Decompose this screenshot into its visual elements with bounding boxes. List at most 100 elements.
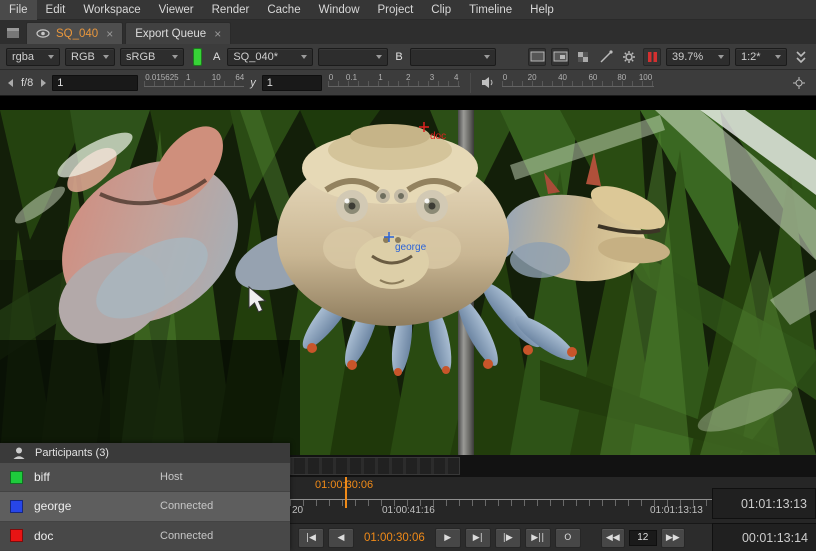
tab-viewer-sq040[interactable]: SQ_040 × — [26, 22, 123, 44]
zoom-select[interactable]: 39.7% — [666, 48, 730, 66]
fstop-label[interactable]: f/8 — [19, 77, 35, 89]
panel-layout-icon[interactable] — [3, 23, 23, 43]
fstop-increase-icon[interactable] — [41, 79, 46, 87]
settings-gear-icon[interactable] — [620, 48, 638, 66]
gain-tick: 0.015625 — [145, 73, 178, 82]
menu-item-project[interactable]: Project — [369, 0, 423, 20]
participant-name: doc — [34, 529, 53, 543]
gamma-slider[interactable]: 0 0.1 1 2 3 4 — [328, 75, 460, 91]
gamma-tick: 4 — [454, 73, 458, 82]
volume-icon[interactable] — [481, 76, 496, 89]
shuttle-forward-button[interactable]: ▶▶ — [661, 528, 685, 548]
crosshair-icon[interactable] — [790, 74, 808, 92]
gamma-tick: 1 — [378, 73, 382, 82]
gamma-tick: 2 — [406, 73, 410, 82]
timeline-clip[interactable] — [290, 457, 460, 475]
menu-item-cache[interactable]: Cache — [258, 0, 309, 20]
display2-icon[interactable] — [551, 48, 569, 66]
participant-row-biff[interactable]: biff Host — [0, 463, 290, 492]
fstop-decrease-icon[interactable] — [8, 79, 13, 87]
participants-title: Participants (3) — [35, 447, 109, 459]
display1-icon[interactable] — [528, 48, 546, 66]
proxy-value: 1:2* — [741, 51, 761, 63]
volume-slider[interactable]: 0 20 40 60 80 100 — [502, 75, 654, 91]
pause-render-icon[interactable] — [643, 48, 661, 66]
participants-header[interactable]: Participants (3) — [0, 443, 290, 463]
chevron-down-icon — [775, 55, 781, 59]
close-icon[interactable]: × — [214, 29, 221, 39]
sync-indicator[interactable] — [193, 48, 202, 66]
menu-item-viewer[interactable]: Viewer — [150, 0, 203, 20]
gamma-label: y — [250, 77, 256, 89]
chevron-down-icon — [172, 55, 178, 59]
ruler-label: 01:01:13:13 — [650, 505, 703, 516]
participant-name: george — [34, 499, 71, 513]
viewer-toolbar-right: 39.7% 1:2* — [528, 48, 810, 66]
input-b-label: B — [393, 51, 404, 63]
volume-tick: 40 — [558, 73, 567, 82]
checkerboard-icon[interactable] — [574, 48, 592, 66]
participant-status: Connected — [160, 530, 213, 542]
input-b-select[interactable] — [410, 48, 496, 66]
gain-slider[interactable]: 0.015625 1 10 64 — [144, 75, 244, 91]
wipe-icon[interactable] — [597, 48, 615, 66]
color-swatch — [10, 471, 23, 484]
george-marker-label: george — [395, 242, 427, 253]
timeline-ruler-ticks — [290, 500, 712, 506]
collapse-chevrons-icon[interactable] — [792, 48, 810, 66]
goto-start-button[interactable]: |◀ — [298, 528, 324, 548]
color-swatch — [10, 529, 23, 542]
playhead-timecode: 01:00:30:06 — [315, 479, 373, 491]
goto-end-button[interactable]: ▶|| — [525, 528, 551, 548]
tab-bar: SQ_040 × Export Queue × — [0, 20, 816, 44]
person-icon — [12, 446, 26, 460]
input-a-select[interactable]: SQ_040* — [227, 48, 313, 66]
volume-tick: 100 — [639, 73, 652, 82]
menu-item-timeline[interactable]: Timeline — [460, 0, 521, 20]
menu-bar: File Edit Workspace Viewer Render Cache … — [0, 0, 816, 20]
chevron-down-icon — [484, 55, 490, 59]
channel-value: rgba — [12, 51, 34, 63]
participant-row-george[interactable]: george Connected — [0, 492, 290, 521]
gamma-input[interactable] — [262, 75, 322, 91]
display-select[interactable]: RGB — [65, 48, 115, 66]
gain-tick: 10 — [212, 73, 221, 82]
colorspace-select[interactable]: sRGB — [120, 48, 184, 66]
participant-status: Host — [160, 471, 183, 483]
viewer-image[interactable]: doc george — [0, 110, 816, 455]
volume-tick: 80 — [617, 73, 626, 82]
play-button[interactable]: ▶ — [435, 528, 461, 548]
menu-item-edit[interactable]: Edit — [37, 0, 75, 20]
viewer-toolbar: rgba RGB sRGB A SQ_040* B 39.7% 1:2* — [0, 44, 816, 70]
current-timecode: 01:00:30:06 — [364, 532, 425, 544]
input-a-value: SQ_040* — [233, 51, 278, 63]
proxy-select[interactable]: 1:2* — [735, 48, 787, 66]
color-swatch — [10, 500, 23, 513]
menu-item-window[interactable]: Window — [310, 0, 369, 20]
menu-item-render[interactable]: Render — [203, 0, 259, 20]
input-a-layer-select[interactable] — [318, 48, 388, 66]
chevron-down-icon — [103, 55, 109, 59]
tab-export-queue[interactable]: Export Queue × — [125, 22, 231, 44]
loop-button[interactable]: O — [555, 528, 581, 548]
colorspace-value: sRGB — [126, 51, 155, 63]
timeline-panel: 01:00:30:06 20 01:00:41:16 01:01:13:13 0… — [290, 455, 816, 551]
chevron-down-icon — [718, 55, 724, 59]
close-icon[interactable]: × — [106, 29, 113, 39]
gain-input[interactable] — [52, 75, 138, 91]
menu-item-workspace[interactable]: Workspace — [74, 0, 149, 20]
display-value: RGB — [71, 51, 95, 63]
menu-item-file[interactable]: File — [0, 0, 37, 20]
participant-row-doc[interactable]: doc Connected — [0, 522, 290, 551]
channel-select[interactable]: rgba — [6, 48, 60, 66]
volume-tick: 0 — [503, 73, 507, 82]
shuttle-back-button[interactable]: ◀◀ — [601, 528, 625, 548]
viewer-canvas[interactable]: doc george — [0, 96, 816, 455]
prev-frame-button[interactable]: ◀ — [328, 528, 354, 548]
menu-item-help[interactable]: Help — [521, 0, 563, 20]
play-to-next-button[interactable]: ▶| — [465, 528, 491, 548]
fps-field[interactable]: 12 — [629, 530, 657, 546]
menu-item-clip[interactable]: Clip — [422, 0, 460, 20]
timeline-track[interactable] — [290, 455, 816, 477]
next-frame-button[interactable]: |▶ — [495, 528, 521, 548]
